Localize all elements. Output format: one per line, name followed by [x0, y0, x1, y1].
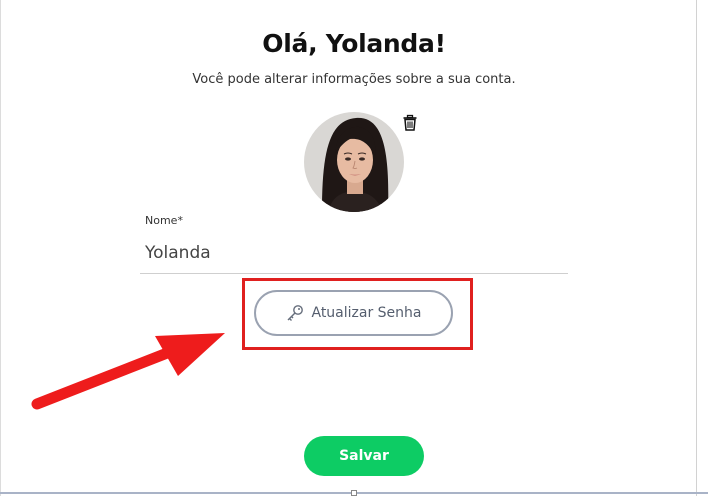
- page-title: Olá, Yolanda!: [262, 29, 446, 58]
- update-password-button[interactable]: Atualizar Senha: [254, 290, 453, 336]
- name-underline: [140, 273, 568, 274]
- update-password-label: Atualizar Senha: [311, 305, 422, 321]
- name-input[interactable]: [142, 234, 570, 272]
- avatar[interactable]: [304, 112, 404, 212]
- name-label: Nome*: [145, 214, 183, 227]
- trash-icon[interactable]: [401, 114, 419, 132]
- save-button[interactable]: Salvar: [304, 436, 424, 476]
- user-photo: [304, 112, 404, 212]
- key-icon: [287, 305, 304, 321]
- resize-handle[interactable]: [351, 490, 357, 496]
- page-subtitle: Você pode alterar informações sobre a su…: [192, 72, 516, 87]
